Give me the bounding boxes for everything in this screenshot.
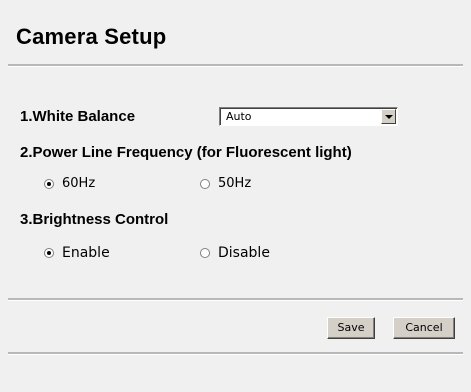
radio-checked-icon[interactable]: [44, 178, 54, 189]
white-balance-value: Auto: [226, 110, 252, 123]
power-line-frequency-label: 2.Power Line Frequency (for Fluorescent …: [20, 144, 352, 161]
radio-disable-label: Disable: [218, 245, 270, 261]
radio-unchecked-icon[interactable]: [200, 248, 210, 258]
save-button[interactable]: Save: [327, 317, 375, 339]
radio-checked-icon[interactable]: [44, 248, 54, 258]
divider-middle: [8, 298, 463, 301]
radio-60hz-label: 60Hz: [62, 176, 96, 191]
brightness-control-label: 3.Brightness Control: [20, 211, 169, 228]
divider-top: [8, 64, 463, 67]
white-balance-label: 1.White Balance: [20, 108, 136, 125]
cancel-button[interactable]: Cancel: [393, 317, 455, 339]
radio-disable[interactable]: Disable: [200, 245, 270, 261]
radio-enable[interactable]: Enable: [44, 245, 110, 261]
radio-60hz[interactable]: 60Hz: [44, 176, 95, 191]
radio-enable-label: Enable: [62, 245, 110, 261]
white-balance-select[interactable]: Auto: [219, 107, 398, 126]
page-title: Camera Setup: [16, 24, 167, 49]
divider-bottom: [8, 352, 463, 355]
radio-unchecked-icon[interactable]: [200, 178, 210, 189]
radio-50hz-label: 50Hz: [218, 176, 252, 191]
chevron-down-icon[interactable]: [381, 109, 396, 124]
radio-50hz[interactable]: 50Hz: [200, 176, 251, 191]
